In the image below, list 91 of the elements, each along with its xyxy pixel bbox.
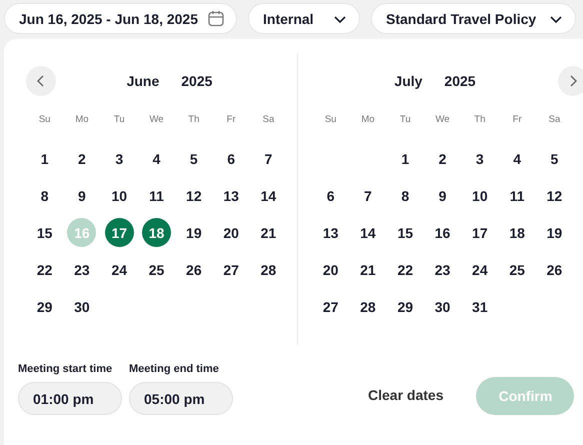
calendar-day[interactable]: 5 [179, 144, 208, 173]
weekday-label: Sa [548, 112, 562, 126]
calendar-day[interactable]: 27 [216, 255, 246, 284]
calendar-day[interactable]: 19 [540, 218, 569, 247]
weekday-label: Th [473, 112, 486, 126]
calendar-day[interactable]: 6 [316, 181, 346, 210]
calendar-day[interactable]: 10 [104, 181, 134, 210]
calendar-day[interactable]: 8 [390, 181, 420, 210]
calendar-day[interactable]: 22 [30, 255, 60, 284]
weekday-label: Fr [226, 112, 237, 126]
month-label: June [126, 73, 160, 89]
calendar-day[interactable]: 6 [216, 144, 246, 173]
dropdown[interactable]: Standard Travel Policy [371, 3, 576, 34]
weekday-label: Mo [74, 112, 90, 126]
calendar-day[interactable]: 26 [179, 255, 208, 284]
calendar-day[interactable]: 11 [142, 181, 172, 210]
calendar-day[interactable]: 29 [390, 292, 420, 321]
calendar-day[interactable]: 7 [254, 144, 283, 173]
calendar-day[interactable]: 2 [67, 144, 96, 173]
calendar-day[interactable]: 16 [428, 218, 458, 247]
weekday-label: Mo [360, 112, 376, 126]
calendar-day[interactable]: 23 [67, 255, 96, 284]
calendar-day[interactable]: 13 [216, 181, 246, 210]
calendar-day[interactable]: 27 [316, 292, 346, 321]
next-month-button[interactable] [558, 66, 583, 96]
calendar-day[interactable]: 14 [254, 181, 283, 210]
calendar-day[interactable]: 21 [353, 255, 382, 284]
chevron-left-icon [36, 75, 46, 87]
year-label: 2025 [444, 73, 476, 89]
calendar-day[interactable]: 4 [142, 144, 172, 173]
time-field[interactable]: 01:00 pm [18, 382, 122, 415]
calendar-day[interactable]: 4 [502, 144, 532, 173]
weekday-label: Tu [398, 112, 412, 126]
calendar-icon [208, 10, 224, 27]
calendar-day[interactable]: 7 [353, 181, 382, 210]
calendar-day[interactable]: 14 [353, 218, 382, 247]
month-label: July [394, 73, 422, 89]
calendar-day[interactable]: 18 [502, 218, 532, 247]
chevron-right-icon [568, 75, 578, 87]
calendar-day[interactable]: 10 [465, 181, 494, 210]
calendar-day[interactable]: 31 [465, 292, 494, 321]
calendar-day[interactable]: 25 [142, 255, 172, 284]
weekday-label: Tu [112, 112, 126, 126]
calendar-day[interactable]: 17 [104, 218, 134, 247]
calendar-day[interactable]: 19 [179, 218, 208, 247]
calendar-day[interactable]: 2 [428, 144, 458, 173]
time-field[interactable]: 05:00 pm [129, 382, 233, 415]
calendar-day[interactable]: 12 [540, 181, 569, 210]
weekday-label: Fr [512, 112, 523, 126]
weekday-label: Su [324, 112, 338, 126]
calendar-day[interactable]: 1 [390, 144, 420, 173]
weekday-label: We [434, 112, 451, 126]
calendar-day[interactable]: 18 [142, 218, 172, 247]
calendar-day[interactable]: 29 [30, 292, 60, 321]
calendar-day[interactable]: 15 [390, 218, 420, 247]
calendar-day[interactable]: 3 [465, 144, 494, 173]
clear-dates-button[interactable]: Clear dates [368, 383, 444, 407]
calendar-day[interactable]: 30 [67, 292, 96, 321]
calendar-day[interactable]: 11 [502, 181, 532, 210]
calendar-day[interactable]: 9 [428, 181, 458, 210]
calendar-day[interactable]: 28 [353, 292, 382, 321]
year-label: 2025 [181, 73, 212, 89]
calendar-day[interactable]: 15 [30, 218, 60, 247]
calendar-day[interactable]: 24 [465, 255, 494, 284]
time-label: Meeting end time [129, 363, 220, 375]
weekday-label: Su [38, 112, 52, 126]
weekday-label: We [148, 112, 165, 126]
calendar-day[interactable]: 3 [104, 144, 134, 173]
calendar-day[interactable]: 25 [502, 255, 532, 284]
previous-month-button[interactable] [26, 66, 56, 96]
calendar-day[interactable]: 28 [254, 255, 283, 284]
calendar-day[interactable]: 20 [316, 255, 346, 284]
calendar-day[interactable]: 30 [428, 292, 458, 321]
calendar-day[interactable]: 13 [316, 218, 346, 247]
calendar-day[interactable]: 1 [30, 144, 60, 173]
calendar-day[interactable]: 9 [67, 181, 96, 210]
calendar-day[interactable]: 17 [465, 218, 494, 247]
dropdown[interactable]: Internal [248, 3, 360, 34]
calendar-day[interactable]: 21 [254, 218, 283, 247]
date-range-field[interactable]: Jun 16, 2025 - Jun 18, 2025 [4, 3, 237, 34]
calendar-day[interactable]: 24 [104, 255, 134, 284]
calendar-day[interactable]: 20 [216, 218, 246, 247]
weekday-label: Th [187, 112, 200, 126]
calendar-day[interactable]: 5 [540, 144, 569, 173]
calendar-day[interactable]: 12 [179, 181, 208, 210]
calendar-day[interactable]: 23 [428, 255, 458, 284]
calendar-day[interactable]: 26 [540, 255, 569, 284]
weekday-label: Sa [262, 112, 276, 126]
time-label: Meeting start time [18, 363, 114, 375]
calendar-day[interactable]: 8 [30, 181, 60, 210]
calendar-day[interactable]: 22 [390, 255, 420, 284]
